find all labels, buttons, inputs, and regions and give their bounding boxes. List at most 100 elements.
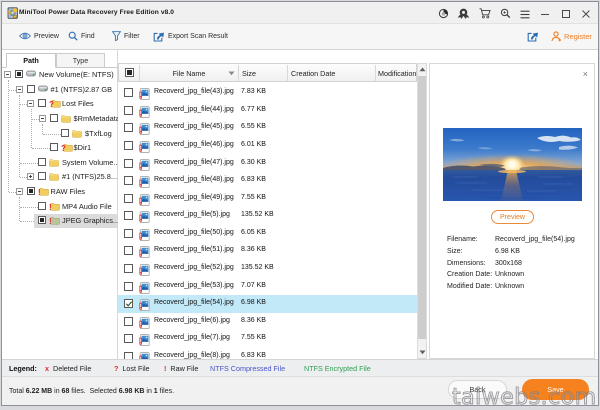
toolbar-button-preview[interactable]: Preview bbox=[18, 29, 59, 43]
toolbar-button-find[interactable]: Find bbox=[68, 29, 95, 43]
row-checkbox[interactable] bbox=[124, 264, 133, 273]
preview-button[interactable]: Preview bbox=[491, 210, 534, 224]
file-row[interactable]: Recoverd_jpg_file(7).jpg 7.55 KB bbox=[118, 330, 417, 348]
file-name: Recoverd_jpg_file(51).jpg bbox=[154, 246, 234, 254]
tree-checkbox[interactable] bbox=[15, 70, 23, 78]
window-title: MiniTool Power Data Recovery Free Editio… bbox=[19, 9, 175, 16]
row-checkbox[interactable] bbox=[124, 88, 133, 98]
tree-item[interactable]: ! JPEG Graphics... bbox=[2, 214, 118, 229]
tree-expander-minus[interactable] bbox=[15, 188, 23, 196]
toolbar-button-filter[interactable]: Filter bbox=[111, 29, 140, 43]
minimize-button[interactable] bbox=[540, 6, 553, 19]
file-name: Recoverd_jpg_file(47).jpg bbox=[154, 158, 234, 166]
tree-item[interactable]: ? Lost Files bbox=[2, 97, 118, 111]
row-checkbox[interactable] bbox=[124, 299, 133, 309]
tree-checkbox[interactable] bbox=[26, 187, 35, 196]
maximize-button[interactable] bbox=[561, 6, 574, 19]
titlebar-cart-icon[interactable] bbox=[479, 6, 492, 19]
tree-checkbox[interactable] bbox=[26, 84, 35, 93]
file-row[interactable]: Recoverd_jpg_file(44).jpg 6.77 KB bbox=[118, 102, 417, 120]
preview-close-icon[interactable]: × bbox=[583, 70, 588, 79]
row-checkbox[interactable] bbox=[124, 351, 133, 359]
row-checkbox[interactable] bbox=[124, 211, 133, 221]
row-checkbox[interactable] bbox=[124, 123, 133, 133]
column-header-modification[interactable]: Modification bbox=[375, 65, 417, 82]
tree-item[interactable]: ! RAW Files bbox=[2, 185, 118, 199]
file-row[interactable]: Recoverd_jpg_file(48).jpg 6.83 KB bbox=[118, 172, 417, 190]
folder-tree: New Volume(E: NTFS) #1 (NTFS)2.87 GB? Lost… bbox=[2, 68, 118, 359]
file-row[interactable]: Recoverd_jpg_file(52).jpg 135.52 KB bbox=[118, 260, 417, 278]
row-checkbox[interactable] bbox=[124, 334, 133, 344]
tab-type[interactable]: Type bbox=[56, 53, 105, 68]
file-row[interactable]: Recoverd_jpg_file(43).jpg 7.83 KB bbox=[118, 84, 417, 102]
scroll-down-button[interactable] bbox=[418, 347, 426, 358]
row-checkbox[interactable] bbox=[124, 281, 133, 291]
tree-expander-minus[interactable] bbox=[27, 100, 34, 108]
app-window: MiniTool Power Data Recovery Free Editio… bbox=[1, 1, 599, 406]
tree-item[interactable]: ! MP4 Audio File bbox=[2, 200, 118, 214]
export-shortcut-button[interactable] bbox=[527, 29, 539, 43]
file-row[interactable]: Recoverd_jpg_file(51).jpg 8.36 KB bbox=[118, 242, 417, 260]
titlebar-menu-icon[interactable] bbox=[520, 6, 533, 19]
tree-item[interactable]: ? $Dir1 bbox=[2, 141, 118, 155]
file-row[interactable]: Recoverd_jpg_file(46).jpg 6.01 KB bbox=[118, 137, 417, 155]
row-checkbox[interactable] bbox=[124, 105, 133, 115]
toolbar-button-export-scan-result[interactable]: Export Scan Result bbox=[153, 29, 228, 43]
file-size: 6.77 KB bbox=[241, 105, 266, 113]
column-header-size[interactable]: Size bbox=[238, 65, 288, 82]
column-header-creation-date[interactable]: Creation Date bbox=[287, 65, 376, 82]
scroll-up-button[interactable] bbox=[418, 64, 426, 75]
column-header-file-name[interactable]: File Name bbox=[140, 65, 239, 82]
column-header-label: Creation Date bbox=[291, 69, 336, 78]
tree-item[interactable]: New Volume(E: NTFS) bbox=[2, 68, 118, 82]
row-checkbox[interactable] bbox=[124, 316, 133, 326]
file-row[interactable]: Recoverd_jpg_file(45).jpg 6.55 KB bbox=[118, 119, 417, 137]
tree-expander-plus[interactable] bbox=[27, 173, 34, 181]
tree-item[interactable]: System Volume... bbox=[2, 156, 118, 170]
svg-text:!: ! bbox=[49, 217, 52, 225]
file-row[interactable]: Recoverd_jpg_file(8).jpg 6.83 KB bbox=[118, 348, 417, 359]
toolbar-label: Filter bbox=[124, 32, 140, 40]
tree-expander-minus[interactable] bbox=[4, 71, 11, 78]
vertical-scrollbar[interactable] bbox=[417, 63, 427, 359]
tree-item[interactable]: $TxfLog bbox=[2, 127, 118, 141]
file-row[interactable]: Recoverd_jpg_file(6).jpg 8.36 KB bbox=[118, 313, 417, 331]
close-button[interactable] bbox=[581, 6, 594, 19]
tree-item[interactable]: #1 (NTFS)2.87 GB bbox=[2, 83, 118, 97]
file-row[interactable]: Recoverd_jpg_file(50).jpg 6.05 KB bbox=[118, 225, 417, 243]
titlebar-medal-icon[interactable] bbox=[457, 6, 470, 19]
titlebar-search-plus-icon[interactable] bbox=[500, 6, 513, 19]
row-checkbox[interactable] bbox=[124, 246, 133, 256]
register-button[interactable]: Register bbox=[551, 29, 592, 43]
file-row[interactable]: Recoverd_jpg_file(5).jpg 135.52 KB bbox=[118, 207, 417, 225]
row-checkbox[interactable] bbox=[124, 140, 133, 150]
preview-panel: × Preview Filename: Recoverd_jpg_file(54)… bbox=[429, 63, 595, 359]
tree-checkbox[interactable] bbox=[61, 128, 69, 137]
file-row[interactable]: Recoverd_jpg_file(49).jpg 7.55 KB bbox=[118, 190, 417, 208]
tree-checkbox[interactable] bbox=[38, 157, 46, 166]
tree-item[interactable]: #1 (NTFS)25.8... bbox=[2, 170, 118, 184]
legend-mark: ! bbox=[164, 364, 167, 373]
sort-desc-icon bbox=[228, 71, 235, 76]
titlebar-pie-icon[interactable] bbox=[438, 6, 451, 19]
tree-checkbox[interactable] bbox=[49, 143, 58, 152]
tree-checkbox[interactable] bbox=[49, 113, 58, 122]
tree-checkbox[interactable] bbox=[38, 172, 46, 181]
detail-label: Modified Date: bbox=[447, 283, 493, 291]
tab-path[interactable]: Path bbox=[6, 53, 56, 68]
row-checkbox[interactable] bbox=[124, 158, 133, 168]
tree-checkbox[interactable] bbox=[38, 216, 46, 225]
file-row[interactable]: Recoverd_jpg_file(54).jpg 6.98 KB bbox=[118, 295, 417, 314]
scroll-thumb[interactable] bbox=[418, 76, 426, 339]
tree-expander-minus[interactable] bbox=[38, 114, 46, 122]
tree-expander-minus[interactable] bbox=[15, 85, 23, 93]
file-row[interactable]: Recoverd_jpg_file(53).jpg 7.07 KB bbox=[118, 278, 417, 296]
tree-checkbox[interactable] bbox=[38, 201, 46, 210]
row-checkbox[interactable] bbox=[124, 176, 133, 186]
file-row[interactable]: Recoverd_jpg_file(47).jpg 6.30 KB bbox=[118, 155, 417, 173]
tree-checkbox[interactable] bbox=[38, 99, 46, 108]
row-checkbox[interactable] bbox=[124, 193, 133, 203]
row-checkbox[interactable] bbox=[124, 228, 133, 238]
tree-item[interactable]: $RmMetadata bbox=[2, 112, 118, 126]
file-name: Recoverd_jpg_file(8).jpg bbox=[154, 351, 230, 359]
